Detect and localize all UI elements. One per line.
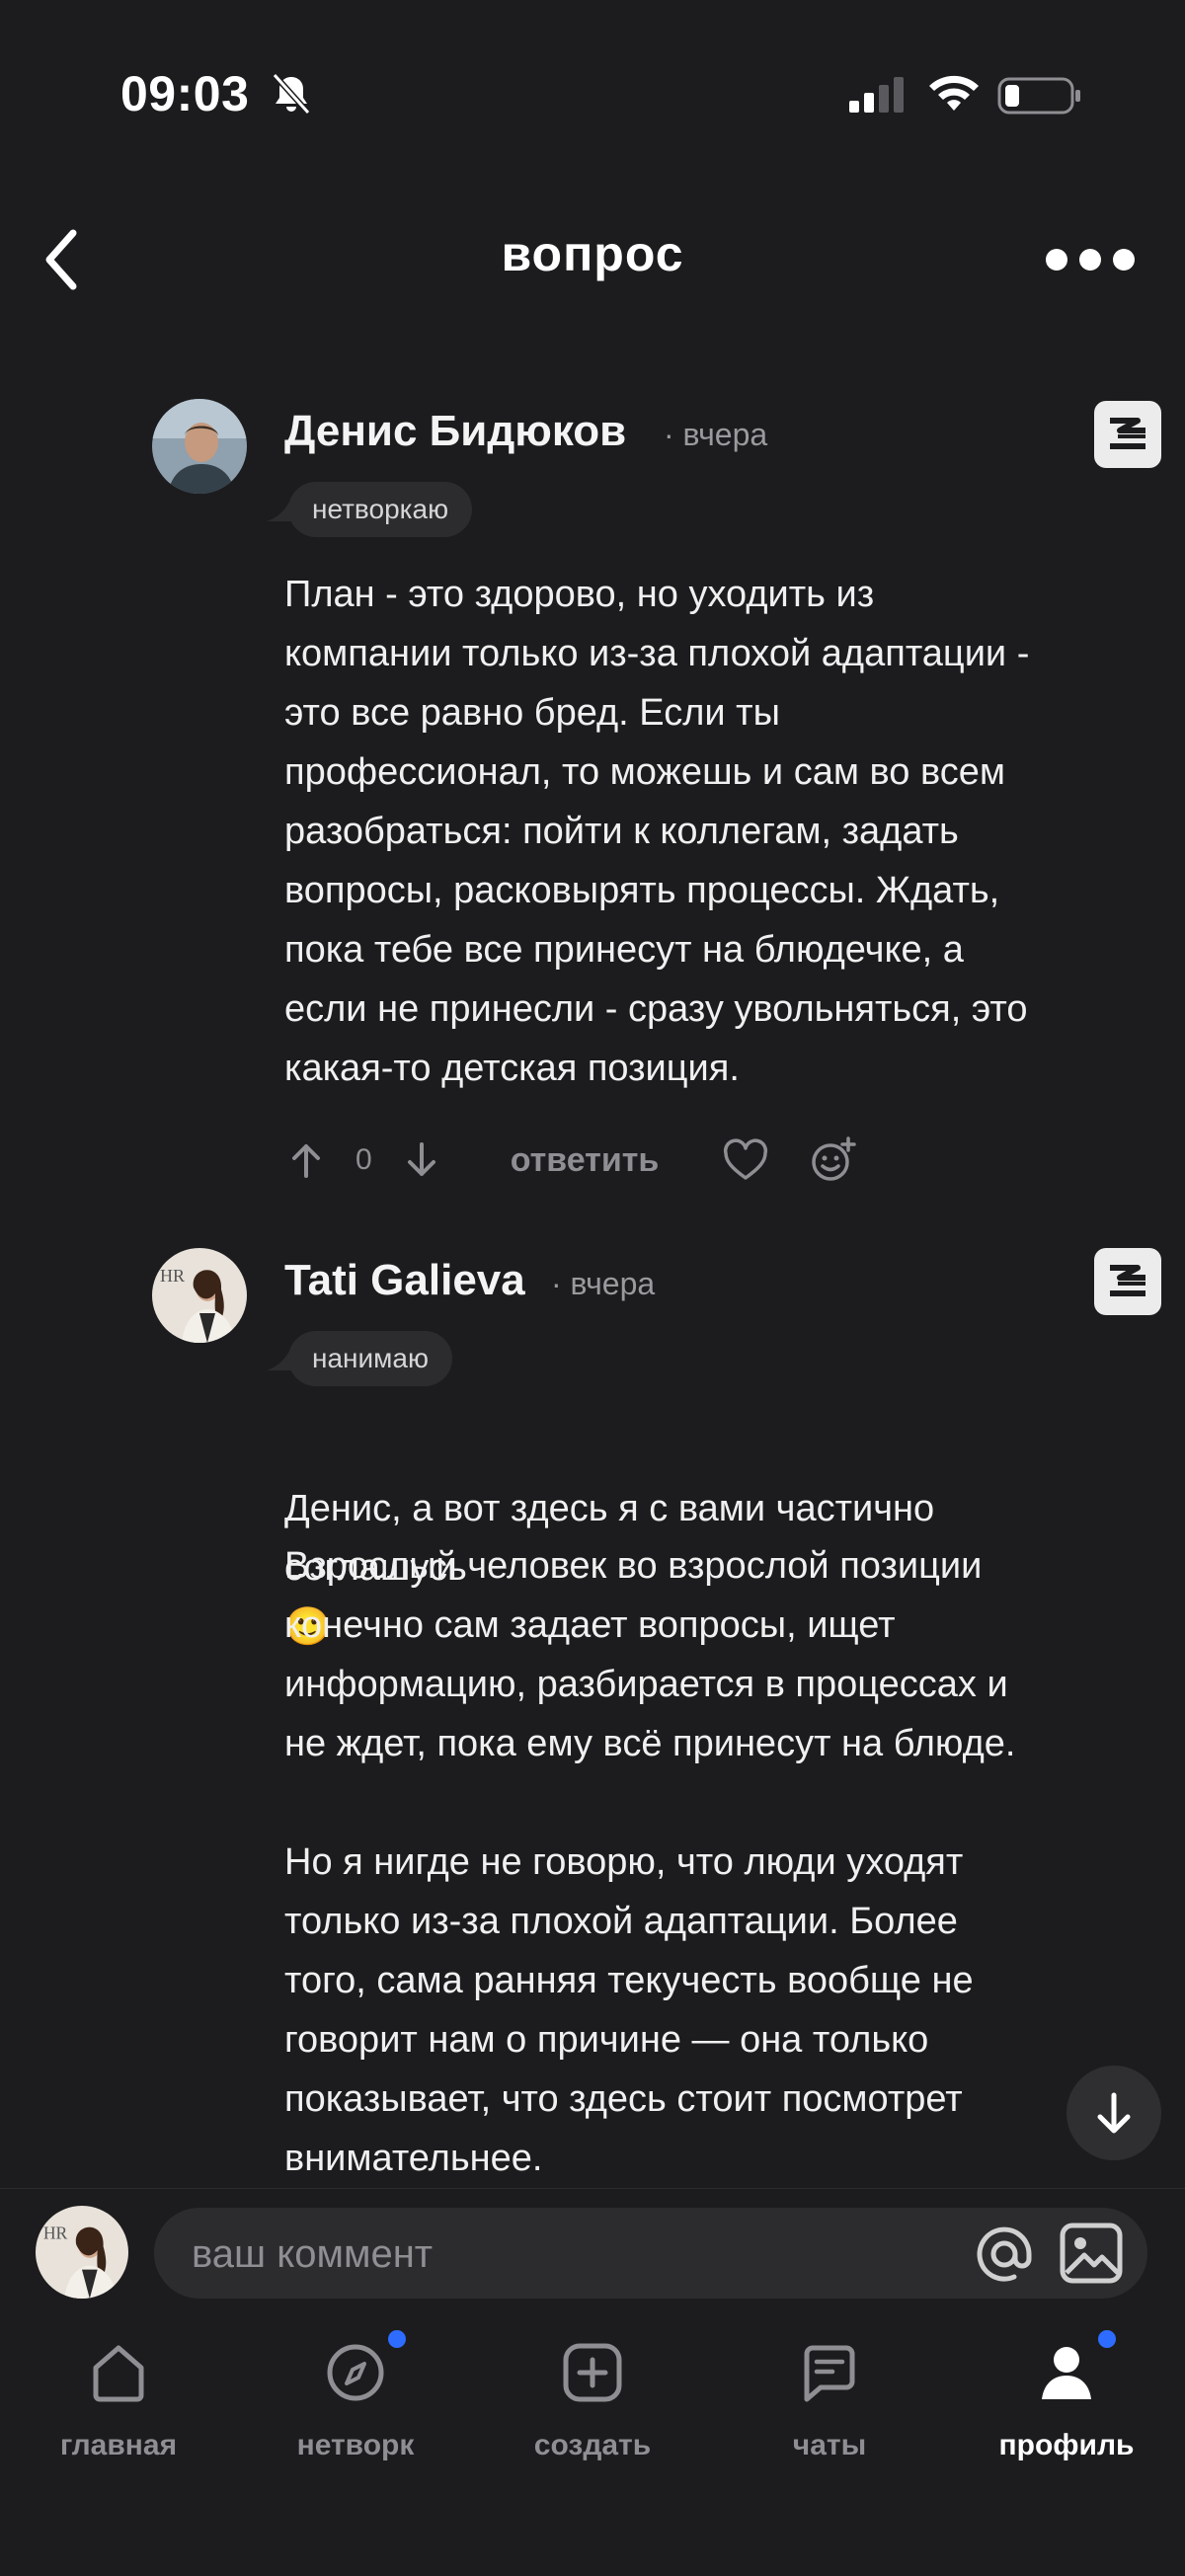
tab-label: создать xyxy=(533,2429,652,2461)
comment-author[interactable]: Tati Galieva xyxy=(284,1256,525,1305)
reply-button[interactable]: ответить xyxy=(511,1141,660,1180)
profile-icon xyxy=(1042,2347,1091,2399)
app-badge-icon xyxy=(1094,401,1161,468)
mention-at-icon[interactable] xyxy=(974,2224,1035,2285)
app-badge-icon xyxy=(1094,1248,1161,1315)
tab-profile[interactable]: профиль xyxy=(948,2340,1185,2462)
battery-icon xyxy=(997,77,1080,115)
chat-icon xyxy=(804,2345,855,2402)
status-time: 09:03 xyxy=(120,66,250,121)
compass-icon xyxy=(327,2344,384,2401)
comment-input[interactable] xyxy=(190,2208,1003,2301)
comment-time: · вчера xyxy=(551,1266,656,1301)
plus-square-icon xyxy=(563,2343,622,2402)
avatar-denis[interactable] xyxy=(152,399,247,494)
tab-label: чаты xyxy=(792,2429,867,2461)
comment-actions: 0 ответить xyxy=(286,1135,857,1185)
role-tag: нанимаю xyxy=(288,1331,452,1386)
bell-muted-icon xyxy=(272,72,311,116)
svg-text:HR: HR xyxy=(43,2223,68,2242)
comment-author[interactable]: Денис Бидюков xyxy=(284,407,626,456)
tab-label: профиль xyxy=(998,2429,1135,2461)
downvote-arrow-icon[interactable] xyxy=(402,1140,441,1180)
notification-dot xyxy=(1098,2330,1116,2348)
tab-create[interactable]: создать xyxy=(474,2340,711,2462)
notification-dot xyxy=(388,2330,406,2348)
role-tag: нетворкаю xyxy=(288,482,473,537)
scroll-down-button[interactable] xyxy=(1066,2066,1161,2160)
my-avatar[interactable]: HR xyxy=(36,2206,128,2299)
comment-body: План - это здорово, но уходить из компан… xyxy=(284,574,1030,1089)
vote-count: 0 xyxy=(356,1143,372,1176)
add-reaction-icon[interactable] xyxy=(809,1136,857,1184)
comment-body-paragraph: Но я нигде не говорю, что люди уходят то… xyxy=(284,1841,974,2179)
tab-home[interactable]: главная xyxy=(0,2340,237,2462)
more-options-icon[interactable] xyxy=(1043,245,1138,274)
arrow-down-icon xyxy=(1097,2092,1131,2134)
comment-body-paragraph: Взрослый человек во взрослой позиции кон… xyxy=(284,1545,1016,1764)
svg-text:HR: HR xyxy=(160,1266,185,1286)
wifi-icon xyxy=(929,75,979,111)
image-attach-icon[interactable] xyxy=(1059,2222,1124,2285)
tab-network[interactable]: нетворк xyxy=(237,2340,474,2462)
page-title: вопрос xyxy=(501,226,684,281)
cellular-signal-icon xyxy=(849,77,904,113)
tab-label: нетворк xyxy=(296,2429,415,2461)
home-icon xyxy=(93,2345,144,2402)
tab-label: главная xyxy=(59,2429,178,2461)
tab-chats[interactable]: чаты xyxy=(711,2340,948,2462)
avatar-tati[interactable]: HR xyxy=(152,1248,247,1343)
upvote-arrow-icon[interactable] xyxy=(286,1140,326,1180)
comment-time: · вчера xyxy=(664,417,768,452)
heart-icon[interactable] xyxy=(722,1138,769,1182)
